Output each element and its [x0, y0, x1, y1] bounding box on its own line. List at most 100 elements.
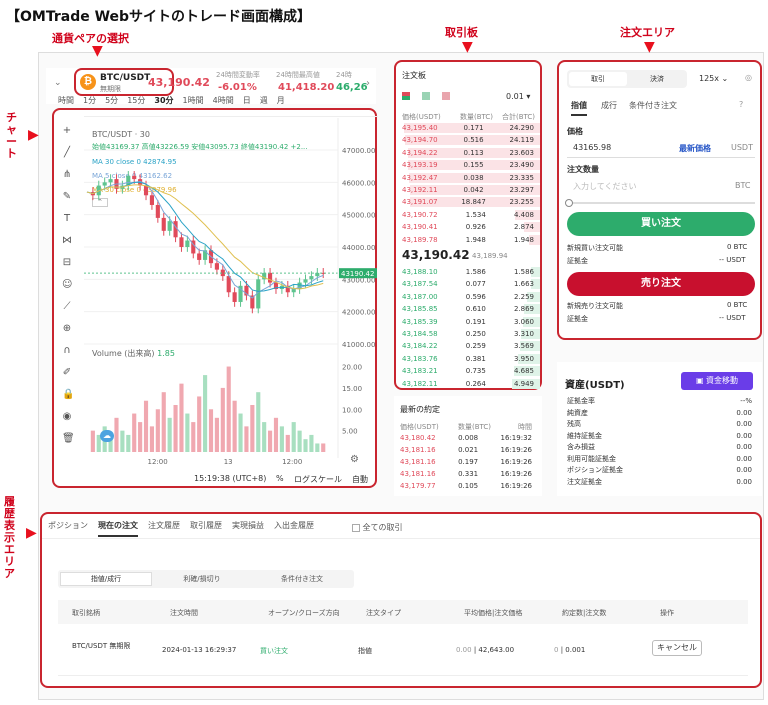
eye-icon[interactable]: ◉: [62, 412, 72, 422]
both-view-icon[interactable]: [402, 92, 410, 100]
latest-price-link[interactable]: 最新価格: [679, 143, 711, 154]
timeframe-4[interactable]: 30分: [154, 95, 173, 106]
col-header: 注文時間: [170, 609, 198, 617]
log-scale-toggle[interactable]: ログスケール: [294, 474, 342, 485]
history-tab-3[interactable]: 取引履歴: [190, 520, 222, 537]
page-title: 【OMTrade Webサイトのトレード画面構成】: [6, 9, 312, 25]
timeframe-0[interactable]: 時間: [58, 95, 74, 106]
chevron-down-icon[interactable]: ⌄: [54, 78, 62, 88]
history-tab-5[interactable]: 入出金履歴: [274, 520, 314, 537]
timeframe-7[interactable]: 日: [243, 95, 251, 106]
checkbox[interactable]: [352, 523, 360, 532]
arrow-down-icon: ▼: [92, 43, 103, 59]
orderbook-row[interactable]: 43,190.41 0.926 2.874: [396, 221, 540, 233]
show-all-toggle[interactable]: 全ての取引: [352, 522, 403, 533]
subtab-tp-sl[interactable]: 利確/損切り: [156, 572, 248, 586]
brush-icon[interactable]: ✎: [62, 192, 72, 202]
orderbook-row[interactable]: 43,185.39 0.191 3.060: [396, 316, 540, 328]
orderbook-title: 注文板: [402, 71, 426, 80]
orderbook-row[interactable]: 43,187.54 0.077 1.663: [396, 278, 540, 290]
asks-view-icon[interactable]: [442, 92, 450, 100]
cancel-button[interactable]: キャンセル: [652, 640, 702, 656]
orderbook-row[interactable]: 43,194.22 0.113 23.603: [396, 147, 540, 159]
tab-settle[interactable]: 決済: [629, 72, 685, 86]
subtab-limit-market[interactable]: 指値/成行: [60, 572, 152, 586]
price-input[interactable]: 43165.98 最新価格 USDT: [567, 138, 755, 158]
pencil-lock-icon[interactable]: ✐: [62, 368, 72, 378]
slider-handle[interactable]: [565, 199, 573, 207]
orderbook-row[interactable]: 43,183.21 0.735 4.685: [396, 365, 540, 377]
volume-bar: [191, 422, 196, 452]
lock-icon[interactable]: 🔒: [62, 390, 74, 400]
history-tab-0[interactable]: ポジション: [48, 520, 88, 537]
buy-button[interactable]: 買い注文: [567, 212, 755, 236]
text-icon[interactable]: T: [62, 214, 72, 224]
percent-toggle[interactable]: %: [276, 474, 284, 483]
auto-scale-toggle[interactable]: 自動: [352, 474, 368, 485]
asset-row: 残高 0.00: [557, 419, 762, 431]
transfer-button[interactable]: ▣ 資金移動: [681, 372, 753, 390]
orderbook-row[interactable]: 43,190.72 1.534 4.408: [396, 209, 540, 221]
cell: 0.021: [458, 446, 479, 454]
timeframe-5[interactable]: 1時間: [183, 95, 204, 106]
timeframe-3[interactable]: 15分: [127, 95, 145, 106]
orderbook-row[interactable]: 43,184.22 0.259 3.569: [396, 340, 540, 352]
history-tab-1[interactable]: 現在の注文: [98, 520, 138, 537]
volume-bar: [214, 417, 219, 452]
y-tick: 41000.00: [342, 341, 375, 349]
orderbook-row[interactable]: 43,187.00 0.596 2.259: [396, 291, 540, 303]
qty-input[interactable]: 入力してください BTC: [567, 176, 755, 196]
subtab-conditional[interactable]: 条件付き注文: [252, 572, 352, 586]
zoom-icon[interactable]: ⊕: [62, 324, 72, 334]
volume-bar: [220, 387, 225, 452]
volume-tick: 20.00: [342, 364, 362, 372]
orderbook-row[interactable]: 43,183.76 0.381 3.950: [396, 353, 540, 365]
precision-select[interactable]: 0.01 ▾: [506, 92, 530, 101]
orderbook-row[interactable]: 43,188.10 1.586 1.586: [396, 266, 540, 278]
orderbook-row[interactable]: 43,185.85 0.610 2.869: [396, 303, 540, 315]
orderbook-row[interactable]: 43,194.70 0.516 24.119: [396, 134, 540, 146]
cell: 0.331: [458, 470, 479, 478]
info-icon[interactable]: ◎: [745, 73, 752, 82]
tab-trade[interactable]: 取引: [569, 72, 627, 86]
ruler-icon[interactable]: ⟋: [62, 302, 72, 312]
leverage-select[interactable]: 125x ⌄: [699, 72, 735, 86]
timeframe-8[interactable]: 週: [260, 95, 268, 106]
orderbook-row[interactable]: 43,182.11 0.264 4.949: [396, 378, 540, 390]
timeframe-9[interactable]: 月: [277, 95, 285, 106]
pitchfork-icon[interactable]: ⋔: [62, 170, 72, 180]
measure-icon[interactable]: ⊟: [62, 258, 72, 268]
orderbook-row[interactable]: 43,189.78 1.948 1.948: [396, 234, 540, 246]
volume-bar: [244, 426, 249, 452]
magnet-icon[interactable]: ∩: [62, 346, 72, 356]
cell: 43,182.11: [402, 379, 438, 388]
qty-slider[interactable]: [567, 202, 755, 204]
settings-icon[interactable]: ⚙: [350, 454, 359, 465]
orderbook-row[interactable]: 43,184.58 0.250 3.310: [396, 328, 540, 340]
cell: 0.042: [463, 185, 484, 194]
sell-button[interactable]: 売り注文: [567, 272, 755, 296]
help-icon[interactable]: ?: [739, 100, 743, 109]
orderbook-row[interactable]: 43,192.47 0.038 23.335: [396, 172, 540, 184]
chevron-right-icon[interactable]: ›: [366, 78, 370, 89]
cell: 43,184.22: [402, 342, 438, 351]
orderbook-row[interactable]: 43,191.07 18.847 23.255: [396, 196, 540, 208]
trash-icon[interactable]: 🗑: [62, 434, 75, 444]
order-type-conditional[interactable]: 条件付き注文: [629, 100, 677, 111]
timeframe-1[interactable]: 1分: [83, 95, 96, 106]
order-type-market[interactable]: 成行: [601, 100, 617, 111]
crosshair-icon[interactable]: +: [62, 126, 72, 136]
orderbook-row[interactable]: 43,195.40 0.171 24.290: [396, 122, 540, 134]
orderbook-row[interactable]: 43,193.19 0.155 23.490: [396, 159, 540, 171]
emoji-icon[interactable]: ☺: [62, 280, 72, 290]
timeframe-2[interactable]: 5分: [105, 95, 118, 106]
order-type-limit[interactable]: 指値: [571, 100, 587, 116]
history-tab-2[interactable]: 注文履歴: [148, 520, 180, 537]
timeframe-6[interactable]: 4時間: [213, 95, 234, 106]
pattern-icon[interactable]: ⋈: [62, 236, 72, 246]
timeframe-bar: 時間 1分 5分 15分 30分 1時間 4時間日週月: [58, 95, 294, 106]
history-tab-4[interactable]: 実現損益: [232, 520, 264, 537]
trendline-icon[interactable]: ╱: [62, 148, 72, 158]
orderbook-row[interactable]: 43,192.11 0.042 23.297: [396, 184, 540, 196]
bids-view-icon[interactable]: [422, 92, 430, 100]
